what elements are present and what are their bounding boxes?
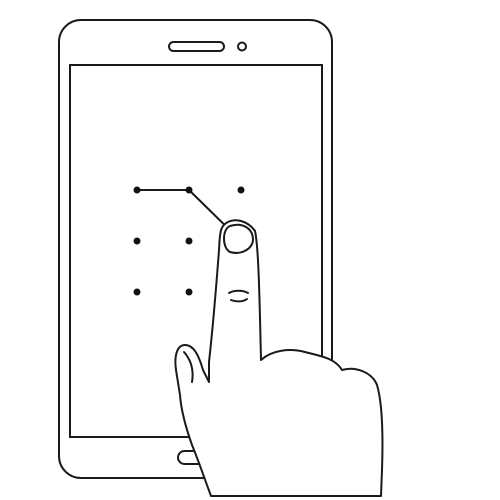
phone-unlock-illustration — [58, 19, 384, 497]
pattern-dot-r3-c1[interactable] — [133, 288, 141, 296]
pattern-dot-r1-c2[interactable] — [185, 186, 193, 194]
pattern-dot-r2-c2[interactable] — [185, 237, 193, 245]
pattern-dot-r3-c2[interactable] — [185, 288, 193, 296]
pattern-dot-r1-c1[interactable] — [133, 186, 141, 194]
pattern-dot-r1-c3[interactable] — [237, 186, 245, 194]
pattern-dot-r2-c1[interactable] — [133, 237, 141, 245]
